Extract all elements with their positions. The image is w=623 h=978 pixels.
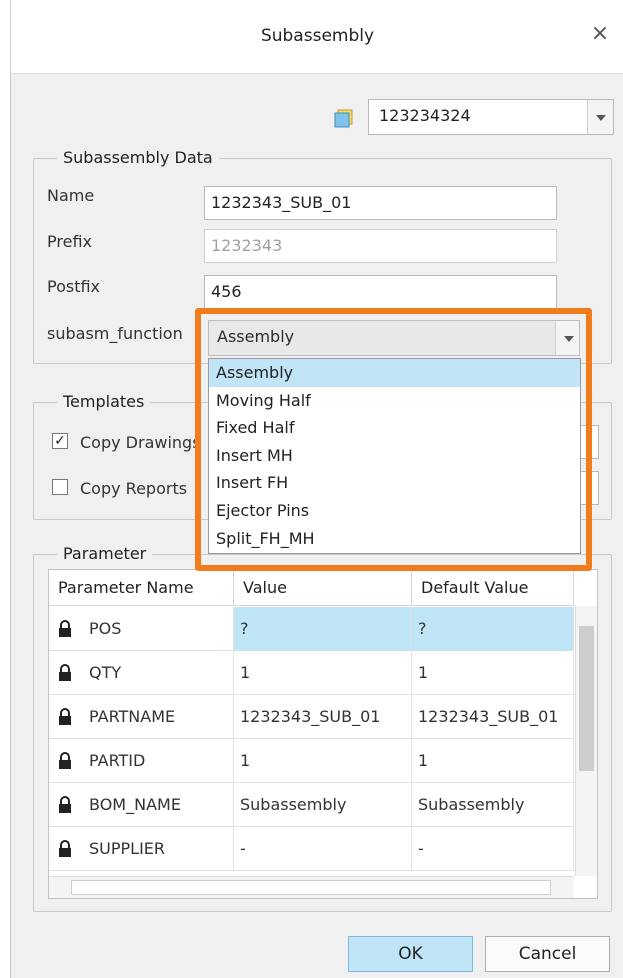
option-ejector-pins[interactable]: Ejector Pins xyxy=(209,497,580,525)
param-value-cell[interactable]: - xyxy=(234,827,412,871)
subasm-function-select[interactable]: Assembly xyxy=(208,320,580,356)
prefix-label: Prefix xyxy=(47,232,92,251)
option-insert-mh[interactable]: Insert MH xyxy=(209,442,580,470)
param-default-cell: ? xyxy=(412,607,574,651)
copy-reports-checkbox[interactable] xyxy=(52,479,68,495)
table-row[interactable]: SUPPLIER - - xyxy=(49,827,574,871)
table-row[interactable]: PARTNAME 1232343_SUB_01 1232343_SUB_01 xyxy=(49,695,574,739)
table-row[interactable]: POS ? ? xyxy=(49,607,574,651)
ok-button[interactable]: OK xyxy=(348,936,473,972)
horizontal-scrollbar[interactable] xyxy=(49,876,574,898)
table-header: Parameter Name Value Default Value xyxy=(49,570,574,606)
lock-icon xyxy=(59,708,71,725)
lock-icon xyxy=(59,664,71,681)
title-bar: Subassembly × xyxy=(11,0,623,74)
table-row[interactable]: PARTID 1 1 xyxy=(49,739,574,783)
postfix-input[interactable]: 456 xyxy=(204,275,557,309)
copy-reports-label: Copy Reports xyxy=(80,479,188,498)
chevron-down-icon[interactable] xyxy=(587,100,613,134)
copy-drawings-checkbox[interactable]: ✓ xyxy=(52,433,68,449)
assembly-selector-value: 123234324 xyxy=(379,106,471,125)
subassembly-dialog: Subassembly × 123234324 Subassembly Data… xyxy=(10,0,623,978)
table-row[interactable]: BOM_NAME Subassembly Subassembly xyxy=(49,783,574,827)
subasm-function-options: Assembly Moving Half Fixed Half Insert M… xyxy=(208,358,581,554)
param-value-cell[interactable]: 1 xyxy=(234,651,412,695)
lock-icon xyxy=(59,796,71,813)
templates-title: Templates xyxy=(57,392,151,411)
option-split-fh-mh[interactable]: Split_FH_MH xyxy=(209,525,580,553)
column-header-value[interactable]: Value xyxy=(234,570,412,606)
copy-drawings-label: Copy Drawings xyxy=(80,433,201,452)
vertical-scrollbar[interactable] xyxy=(575,606,597,876)
close-icon[interactable]: × xyxy=(588,22,612,46)
param-default-cell: 1 xyxy=(412,651,574,695)
table-row[interactable]: QTY 1 1 xyxy=(49,651,574,695)
subassembly-data-title: Subassembly Data xyxy=(57,148,219,167)
parameter-table: Parameter Name Value Default Value POS ?… xyxy=(48,569,598,899)
param-name-cell: QTY xyxy=(49,651,234,695)
subasm-function-label: subasm_function xyxy=(47,324,183,343)
param-default-cell: 1232343_SUB_01 xyxy=(412,695,574,739)
chevron-down-icon[interactable] xyxy=(555,321,579,355)
param-default-cell: Subassembly xyxy=(412,783,574,827)
option-assembly[interactable]: Assembly xyxy=(209,359,580,387)
option-insert-fh[interactable]: Insert FH xyxy=(209,469,580,497)
param-default-cell: 1 xyxy=(412,739,574,783)
param-name-cell: PARTNAME xyxy=(49,695,234,739)
param-default-cell: - xyxy=(412,827,574,871)
name-input[interactable]: 1232343_SUB_01 xyxy=(204,186,557,220)
lock-icon xyxy=(59,840,71,857)
assembly-selector[interactable]: 123234324 xyxy=(368,99,614,135)
param-value-cell[interactable]: Subassembly xyxy=(234,783,412,827)
horizontal-scroll-thumb[interactable] xyxy=(71,880,551,895)
option-fixed-half[interactable]: Fixed Half xyxy=(209,414,580,442)
subasm-function-value: Assembly xyxy=(217,327,295,346)
column-header-parameter-name[interactable]: Parameter Name xyxy=(49,570,234,606)
lock-icon xyxy=(59,620,71,637)
lock-icon xyxy=(59,752,71,769)
dialog-title: Subassembly xyxy=(260,26,375,46)
param-value-cell[interactable]: ? xyxy=(234,607,412,651)
option-moving-half[interactable]: Moving Half xyxy=(209,387,580,415)
vertical-scroll-thumb[interactable] xyxy=(579,626,594,771)
parameter-title: Parameter xyxy=(57,544,153,563)
param-value-cell[interactable]: 1 xyxy=(234,739,412,783)
name-label: Name xyxy=(47,186,95,205)
prefix-input: 1232343 xyxy=(204,229,557,263)
column-header-default-value[interactable]: Default Value xyxy=(412,570,574,606)
param-name-cell: BOM_NAME xyxy=(49,783,234,827)
postfix-label: Postfix xyxy=(47,277,101,296)
cancel-button[interactable]: Cancel xyxy=(485,936,610,972)
param-name-cell: SUPPLIER xyxy=(49,827,234,871)
param-name-cell: POS xyxy=(49,607,234,651)
param-value-cell[interactable]: 1232343_SUB_01 xyxy=(234,695,412,739)
param-name-cell: PARTID xyxy=(49,739,234,783)
part-icon xyxy=(334,109,353,128)
